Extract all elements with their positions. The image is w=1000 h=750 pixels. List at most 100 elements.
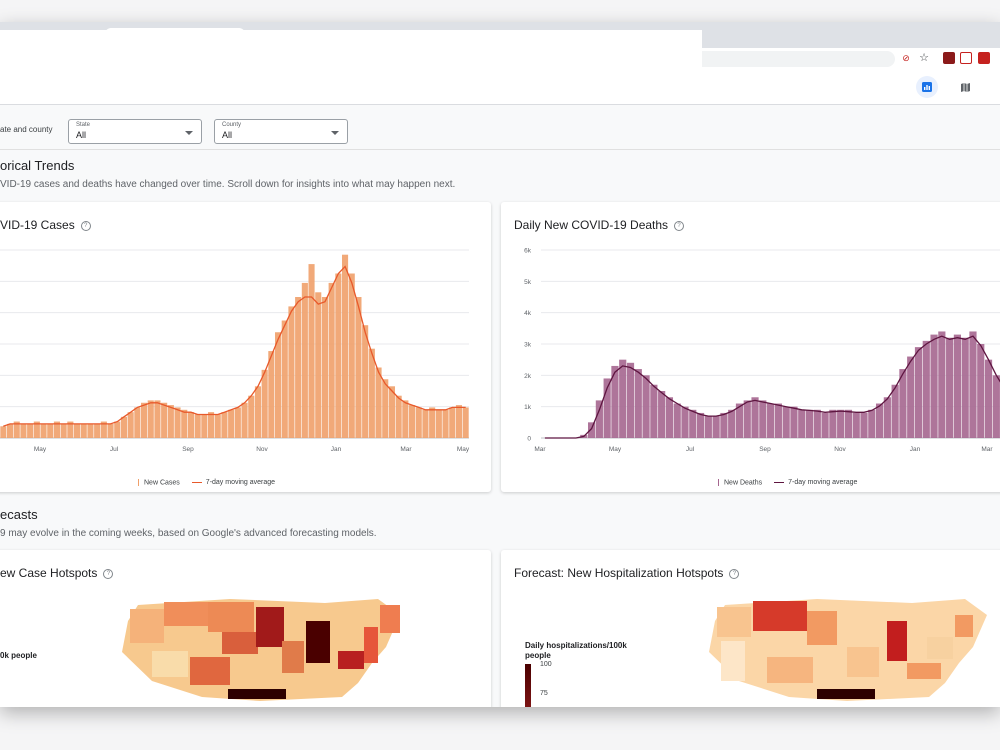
legend-bar-swatch bbox=[138, 479, 139, 486]
x-tick-label: Sep bbox=[759, 446, 771, 453]
data-bar bbox=[821, 412, 829, 438]
help-icon[interactable]: ? bbox=[674, 220, 685, 231]
data-bar bbox=[844, 409, 853, 438]
data-bar bbox=[47, 423, 54, 438]
data-bar bbox=[946, 337, 954, 438]
data-bar bbox=[658, 391, 666, 438]
cases-chart: May Jul Sep Nov Jan Mar May bbox=[0, 249, 470, 453]
case-hotspots-title: ew Case Hotspots? bbox=[0, 566, 114, 580]
forecasts-subtitle: 9 may evolve in the coming weeks, based … bbox=[0, 528, 377, 539]
data-bar bbox=[154, 400, 161, 438]
data-bar bbox=[907, 356, 915, 438]
bookmark-star-icon[interactable]: ☆ bbox=[918, 52, 930, 64]
notes-extension-icon[interactable] bbox=[960, 52, 972, 64]
county-select-value: All bbox=[222, 130, 233, 140]
data-bar bbox=[261, 369, 268, 438]
data-bar bbox=[208, 412, 215, 438]
data-bar bbox=[922, 340, 930, 438]
legend-new-cases-label: New Cases bbox=[144, 479, 180, 487]
x-tick-label: Nov bbox=[256, 446, 268, 453]
data-bar bbox=[751, 397, 759, 438]
x-tick-label: May bbox=[34, 446, 47, 453]
filter-label: ate and county bbox=[0, 125, 53, 134]
data-bar bbox=[435, 409, 442, 438]
us-hotspot-map[interactable] bbox=[110, 597, 410, 707]
data-bar bbox=[914, 347, 923, 438]
data-bar bbox=[984, 359, 993, 438]
data-bar bbox=[402, 400, 409, 438]
hospitalization-legend-tick-100: 100 bbox=[540, 661, 552, 668]
data-bar bbox=[348, 273, 355, 438]
data-bar bbox=[595, 400, 603, 438]
deaths-legend: New Deaths 7-day moving average bbox=[718, 479, 857, 486]
data-bar bbox=[681, 406, 689, 438]
legend-new-cases: New Cases bbox=[138, 479, 180, 486]
case-hotspots-title-text: ew Case Hotspots bbox=[0, 566, 98, 580]
app-header bbox=[0, 70, 1000, 105]
legend-cases-average-label: 7-day moving average bbox=[205, 479, 276, 487]
data-bar bbox=[774, 403, 782, 438]
chart-view-icon[interactable] bbox=[916, 76, 938, 98]
data-bar bbox=[288, 306, 295, 438]
data-bar bbox=[315, 292, 322, 438]
data-bar bbox=[308, 264, 315, 438]
deaths-card-title-text: Daily New COVID-19 Deaths bbox=[514, 218, 669, 232]
data-bar bbox=[767, 403, 775, 438]
data-bar bbox=[7, 423, 14, 438]
data-bar bbox=[961, 337, 969, 438]
deaths-card-title: Daily New COVID-19 Deaths? bbox=[514, 218, 685, 232]
data-bar bbox=[626, 362, 635, 438]
data-bar bbox=[20, 423, 27, 438]
case-hotspots-legend-label: 0k people bbox=[0, 651, 37, 660]
data-bar bbox=[201, 414, 208, 438]
browser-window: ⊘ ☆ ate and county State All County All … bbox=[0, 22, 1000, 707]
data-bar bbox=[642, 375, 650, 438]
extension-badge-icon[interactable] bbox=[978, 52, 990, 64]
data-bar bbox=[241, 402, 248, 438]
data-bar bbox=[120, 416, 127, 438]
data-bar bbox=[147, 400, 154, 438]
county-select[interactable]: County All bbox=[214, 119, 348, 144]
legend-new-deaths-label: New Deaths bbox=[724, 479, 763, 487]
data-bar bbox=[891, 384, 899, 438]
data-bar bbox=[234, 407, 241, 438]
help-icon[interactable]: ? bbox=[729, 568, 740, 579]
help-icon[interactable]: ? bbox=[80, 220, 91, 231]
legend-deaths-average-label: 7-day moving average bbox=[788, 479, 858, 487]
extension-red-icon[interactable] bbox=[943, 52, 955, 64]
data-bar bbox=[650, 384, 658, 438]
data-bar bbox=[0, 426, 7, 438]
x-tick-label: Jan bbox=[331, 446, 342, 453]
data-bar bbox=[355, 297, 362, 438]
x-tick-label: Mar bbox=[534, 446, 546, 453]
hospitalization-hotspots-title-text: Forecast: New Hospitalization Hotspots bbox=[514, 566, 724, 580]
data-bar bbox=[588, 422, 596, 438]
data-bar bbox=[181, 409, 188, 438]
y-tick-label: 4k bbox=[524, 310, 532, 317]
data-bar bbox=[27, 423, 34, 438]
security-extension-icon[interactable]: ⊘ bbox=[900, 52, 912, 64]
data-bar bbox=[107, 423, 114, 438]
data-bar bbox=[415, 407, 422, 438]
x-tick-label: Mar bbox=[400, 446, 412, 453]
map-view-icon[interactable] bbox=[954, 76, 976, 98]
x-tick-label: Jul bbox=[686, 446, 695, 453]
data-bar bbox=[875, 403, 884, 438]
state-select[interactable]: State All bbox=[68, 119, 202, 144]
y-tick-label: 3k bbox=[524, 342, 532, 349]
data-bar bbox=[368, 348, 375, 438]
help-icon[interactable]: ? bbox=[103, 568, 114, 579]
data-bar bbox=[395, 395, 402, 438]
us-hospitalization-map[interactable] bbox=[697, 597, 997, 707]
data-bar bbox=[720, 412, 728, 438]
data-bar bbox=[829, 409, 837, 438]
historical-trends-subtitle: VID-19 cases and deaths have changed ove… bbox=[0, 179, 456, 190]
cases-card-title-text: VID-19 Cases bbox=[0, 218, 75, 232]
state-select-value: All bbox=[76, 130, 87, 140]
legend-line-swatch bbox=[774, 481, 785, 484]
data-bar bbox=[221, 412, 228, 438]
data-bar bbox=[860, 412, 868, 438]
data-bar bbox=[127, 412, 134, 438]
data-bar bbox=[992, 375, 1000, 438]
legend-bar-swatch bbox=[718, 479, 719, 486]
